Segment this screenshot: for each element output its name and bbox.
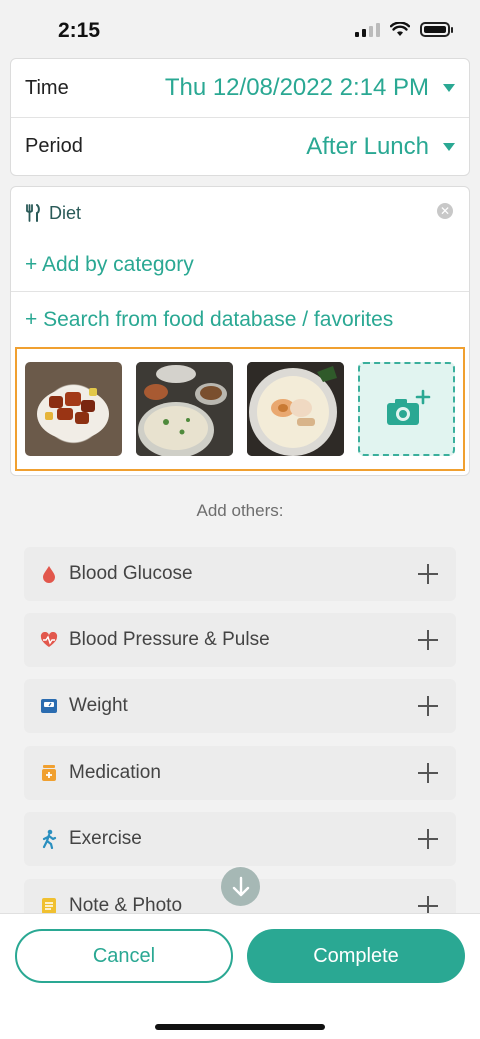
time-label: Time: [25, 76, 69, 99]
item-label: Blood Glucose: [69, 563, 193, 584]
braised-pork-photo[interactable]: [25, 362, 122, 456]
plus-icon[interactable]: [418, 630, 438, 650]
item-label: Medication: [69, 762, 161, 783]
scroll-down-button[interactable]: [221, 867, 260, 906]
status-time: 2:15: [58, 19, 101, 42]
status-bar: 2:15: [0, 0, 480, 56]
photo-strip: [15, 347, 465, 471]
time-value-text: Thu 12/08/2022 2:14 PM: [164, 74, 429, 101]
item-label: Blood Pressure & Pulse: [69, 629, 270, 650]
plus-icon[interactable]: [418, 564, 438, 584]
add-others-heading: Add others:: [196, 501, 284, 520]
add-weight-item[interactable]: Weight: [24, 679, 456, 733]
diet-title: Diet: [49, 202, 82, 223]
period-row[interactable]: Period After Lunch: [11, 117, 469, 175]
add-photo-button[interactable]: [358, 362, 455, 456]
arrow-down-icon: [232, 876, 249, 896]
status-icons: [355, 22, 453, 37]
cancel-button[interactable]: Cancel: [15, 929, 233, 983]
complete-button[interactable]: Complete: [247, 929, 465, 983]
walking-icon: [40, 829, 58, 849]
plus-icon[interactable]: [418, 696, 438, 716]
bottom-action-bar: Cancel Complete: [0, 913, 480, 1039]
add-blood-glucose-item[interactable]: Blood Glucose: [24, 547, 456, 601]
cellular-signal-icon: [355, 22, 380, 37]
camera-plus-icon: [386, 389, 430, 425]
add-exercise-item[interactable]: Exercise: [24, 812, 456, 866]
congee-meal-photo[interactable]: [136, 362, 233, 456]
plus-icon[interactable]: [418, 829, 438, 849]
period-value[interactable]: After Lunch: [306, 133, 455, 161]
period-value-text: After Lunch: [306, 132, 429, 160]
battery-icon: [420, 22, 453, 37]
blood-drop-icon: [40, 565, 58, 583]
time-row[interactable]: Time Thu 12/08/2022 2:14 PM: [11, 59, 469, 117]
wifi-icon: [390, 22, 410, 36]
close-icon[interactable]: ✕: [437, 203, 453, 219]
fork-knife-icon: [26, 204, 40, 222]
diet-header: Diet: [11, 187, 469, 239]
diet-card: Diet ✕ + Add by category + Search from f…: [10, 186, 470, 476]
time-period-card: Time Thu 12/08/2022 2:14 PM Period After…: [10, 58, 470, 176]
plus-icon[interactable]: [418, 763, 438, 783]
add-medication-item[interactable]: Medication: [24, 746, 456, 800]
item-label: Weight: [69, 695, 128, 716]
item-label: Exercise: [69, 828, 142, 849]
chevron-down-icon: [443, 142, 455, 151]
home-indicator: [155, 1024, 325, 1030]
search-food-database-link[interactable]: + Search from food database / favorites: [11, 291, 469, 347]
ramen-bowl-photo[interactable]: [247, 362, 344, 456]
period-label: Period: [25, 135, 83, 157]
scale-icon: [40, 697, 58, 715]
add-blood-pressure-item[interactable]: Blood Pressure & Pulse: [24, 613, 456, 667]
chevron-down-icon: [443, 84, 455, 92]
heart-pulse-icon: [40, 631, 58, 649]
add-by-category-link[interactable]: + Add by category: [11, 239, 469, 291]
time-value[interactable]: Thu 12/08/2022 2:14 PM: [165, 74, 455, 102]
medication-icon: [40, 764, 58, 782]
